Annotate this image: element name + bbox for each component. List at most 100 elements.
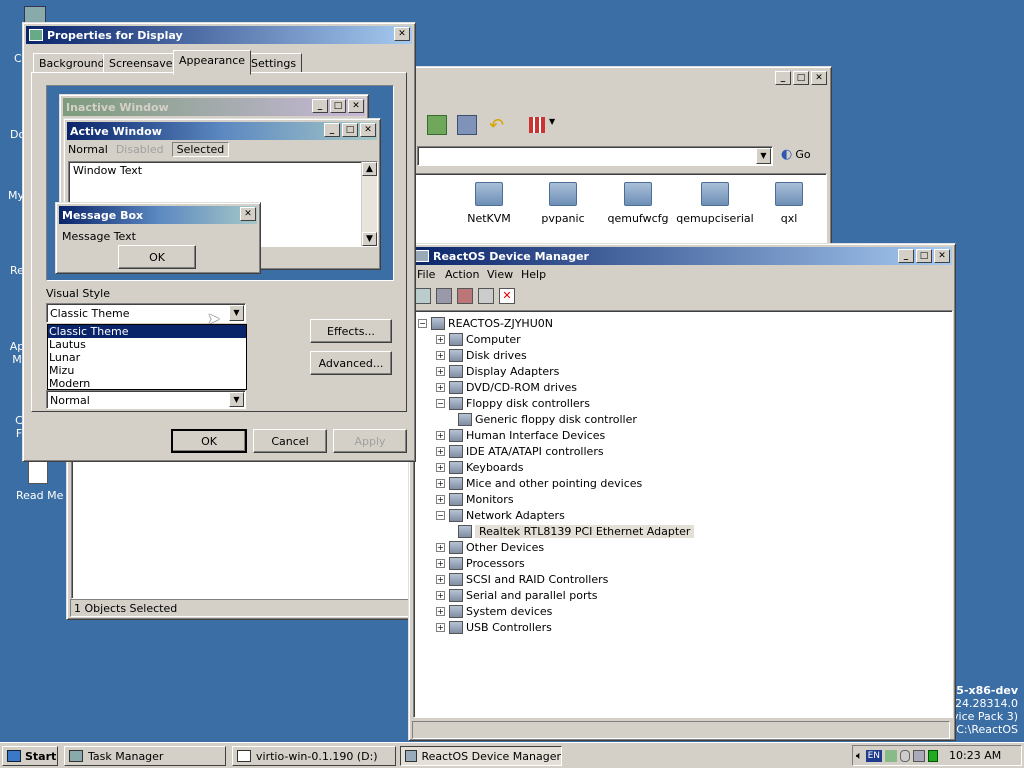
visual-style-dropdown-icon[interactable]: ▼ bbox=[229, 305, 244, 321]
dialog-titlebar[interactable]: Properties for Display bbox=[26, 26, 412, 44]
tree-item[interactable]: + Serial and parallel ports bbox=[436, 587, 598, 603]
tree-expand-icon[interactable]: + bbox=[436, 334, 445, 344]
volume-icon[interactable]: 🔈︎ bbox=[856, 749, 863, 763]
close-button[interactable]: ✕ bbox=[811, 71, 827, 85]
tree-expand-icon[interactable]: + bbox=[436, 542, 445, 552]
tree-expand-icon[interactable]: + bbox=[436, 382, 445, 392]
display-properties-dialog[interactable]: Properties for Display ✕ Background Scre… bbox=[22, 22, 416, 462]
folders-icon[interactable] bbox=[457, 115, 477, 135]
option-lunar[interactable]: Lunar bbox=[48, 351, 246, 364]
power-tray-icon[interactable] bbox=[928, 749, 939, 762]
tree-expand-icon[interactable]: + bbox=[436, 430, 445, 440]
tab-screensaver[interactable]: Screensaver bbox=[103, 53, 184, 73]
properties-icon[interactable] bbox=[415, 288, 431, 304]
up-folder-icon[interactable] bbox=[427, 115, 447, 135]
views-dropdown-icon[interactable]: ▼ bbox=[549, 117, 555, 126]
address-dropdown-icon[interactable]: ▼ bbox=[756, 148, 771, 164]
tree-item[interactable]: + Keyboards bbox=[436, 459, 523, 475]
tree-expand-icon[interactable]: + bbox=[436, 574, 445, 584]
tree-item[interactable]: + SCSI and RAID Controllers bbox=[436, 571, 608, 587]
tree-expand-icon[interactable]: + bbox=[436, 350, 445, 360]
folder-qemupciserial[interactable]: qemupciserial bbox=[675, 182, 755, 225]
maximize-button[interactable]: □ bbox=[793, 71, 809, 85]
tree-collapse-icon[interactable]: − bbox=[436, 398, 445, 408]
task-device-manager[interactable]: ReactOS Device Manager bbox=[400, 746, 562, 766]
menu-action[interactable]: Action bbox=[445, 268, 479, 281]
tree-expand-icon[interactable]: + bbox=[436, 606, 445, 616]
go-button[interactable]: ◐ Go bbox=[781, 147, 811, 162]
tab-settings[interactable]: Settings bbox=[245, 53, 303, 73]
tree-collapse-icon[interactable]: − bbox=[418, 318, 427, 328]
clock[interactable]: 10:23 AM bbox=[949, 749, 1001, 762]
folder-qemufwcfg[interactable]: qemufwcfg bbox=[603, 182, 673, 225]
tree-expand-icon[interactable]: + bbox=[436, 590, 445, 600]
tree-expand-icon[interactable]: + bbox=[436, 558, 445, 568]
tree-expand-icon[interactable]: + bbox=[436, 478, 445, 488]
tree-item[interactable]: + DVD/CD-ROM drives bbox=[436, 379, 577, 395]
tree-item[interactable]: + System devices bbox=[436, 603, 552, 619]
uninstall-device-icon[interactable]: ✕ bbox=[499, 288, 515, 304]
tree-item[interactable]: + Mice and other pointing devices bbox=[436, 475, 642, 491]
tree-item[interactable]: + Human Interface Devices bbox=[436, 427, 605, 443]
device-tree[interactable]: − REACTOS-ZJYHU0N + Computer + Disk drives + Di… bbox=[413, 310, 953, 718]
task-virtio-win[interactable]: virtio-win-0.1.190 (D:) bbox=[232, 746, 396, 766]
tree-collapse-icon[interactable]: − bbox=[436, 510, 445, 520]
tree-item[interactable]: Realtek RTL8139 PCI Ethernet Adapter bbox=[458, 523, 695, 539]
minimize-button[interactable]: _ bbox=[775, 71, 791, 85]
tree-item[interactable]: + Processors bbox=[436, 555, 525, 571]
menu-file[interactable]: File bbox=[417, 268, 435, 281]
visual-style-dropdown-list[interactable]: Classic Theme Lautus Lunar Mizu Modern bbox=[47, 324, 247, 390]
folder-netkvm[interactable]: NetKVM bbox=[454, 182, 524, 225]
tree-item[interactable]: Generic floppy disk controller bbox=[458, 411, 637, 427]
tree-item[interactable]: − Network Adapters bbox=[436, 507, 565, 523]
tree-expand-icon[interactable]: + bbox=[436, 622, 445, 632]
maximize-button[interactable]: □ bbox=[916, 249, 932, 263]
advanced-button[interactable]: Advanced... bbox=[310, 351, 392, 375]
device-manager-window[interactable]: ReactOS Device Manager _ □ ✕ File Action… bbox=[408, 243, 956, 741]
menu-view[interactable]: View bbox=[487, 268, 513, 281]
ok-button[interactable]: OK bbox=[171, 429, 247, 453]
cancel-button[interactable]: Cancel bbox=[253, 429, 327, 453]
tree-item[interactable]: + Monitors bbox=[436, 491, 514, 507]
read-me-file-icon[interactable] bbox=[28, 460, 48, 484]
tab-appearance[interactable]: Appearance bbox=[173, 50, 252, 75]
tree-item[interactable]: + Disk drives bbox=[436, 347, 527, 363]
minimize-button[interactable]: _ bbox=[898, 249, 914, 263]
size-select[interactable]: Normal ▼ bbox=[46, 390, 246, 409]
tree-item[interactable]: + USB Controllers bbox=[436, 619, 552, 635]
tree-item[interactable]: + Other Devices bbox=[436, 539, 544, 555]
disable-device-icon[interactable] bbox=[478, 288, 494, 304]
task-task-manager[interactable]: Task Manager bbox=[64, 746, 226, 766]
menu-help[interactable]: Help bbox=[521, 268, 546, 281]
tree-item[interactable]: + Display Adapters bbox=[436, 363, 559, 379]
back-arrow-icon[interactable]: ↶ bbox=[489, 115, 504, 136]
tree-expand-icon[interactable]: + bbox=[436, 494, 445, 504]
language-indicator[interactable]: EN bbox=[865, 749, 883, 762]
views-icon[interactable] bbox=[529, 117, 545, 133]
tree-root[interactable]: − REACTOS-ZJYHU0N bbox=[418, 315, 553, 331]
option-mizu[interactable]: Mizu bbox=[48, 364, 246, 377]
mouse-tray-icon[interactable] bbox=[900, 749, 911, 762]
effects-button[interactable]: Effects... bbox=[310, 319, 392, 343]
read-me-label[interactable]: Read Me bbox=[16, 489, 63, 502]
tab-background[interactable]: Background bbox=[33, 53, 111, 73]
folder-pvpanic[interactable]: pvpanic bbox=[528, 182, 598, 225]
folder-qxl[interactable]: qxl bbox=[754, 182, 824, 225]
tree-expand-icon[interactable]: + bbox=[436, 446, 445, 456]
close-button[interactable]: ✕ bbox=[394, 27, 410, 41]
tree-expand-icon[interactable]: + bbox=[436, 462, 445, 472]
start-button[interactable]: Start bbox=[2, 746, 58, 766]
devmgr-titlebar[interactable]: ReactOS Device Manager bbox=[412, 247, 952, 265]
size-dropdown-icon[interactable]: ▼ bbox=[229, 392, 244, 407]
tree-expand-icon[interactable]: + bbox=[436, 366, 445, 376]
scan-hardware-icon[interactable] bbox=[436, 288, 452, 304]
tree-item[interactable]: + IDE ATA/ATAPI controllers bbox=[436, 443, 604, 459]
address-bar[interactable]: ▼ bbox=[417, 146, 773, 166]
network-tray-icon[interactable] bbox=[913, 749, 926, 762]
safely-remove-icon[interactable] bbox=[885, 749, 898, 762]
option-lautus[interactable]: Lautus bbox=[48, 338, 246, 351]
apply-button[interactable]: Apply bbox=[333, 429, 407, 453]
tree-item[interactable]: + Computer bbox=[436, 331, 521, 347]
update-driver-icon[interactable] bbox=[457, 288, 473, 304]
tree-item[interactable]: − Floppy disk controllers bbox=[436, 395, 590, 411]
